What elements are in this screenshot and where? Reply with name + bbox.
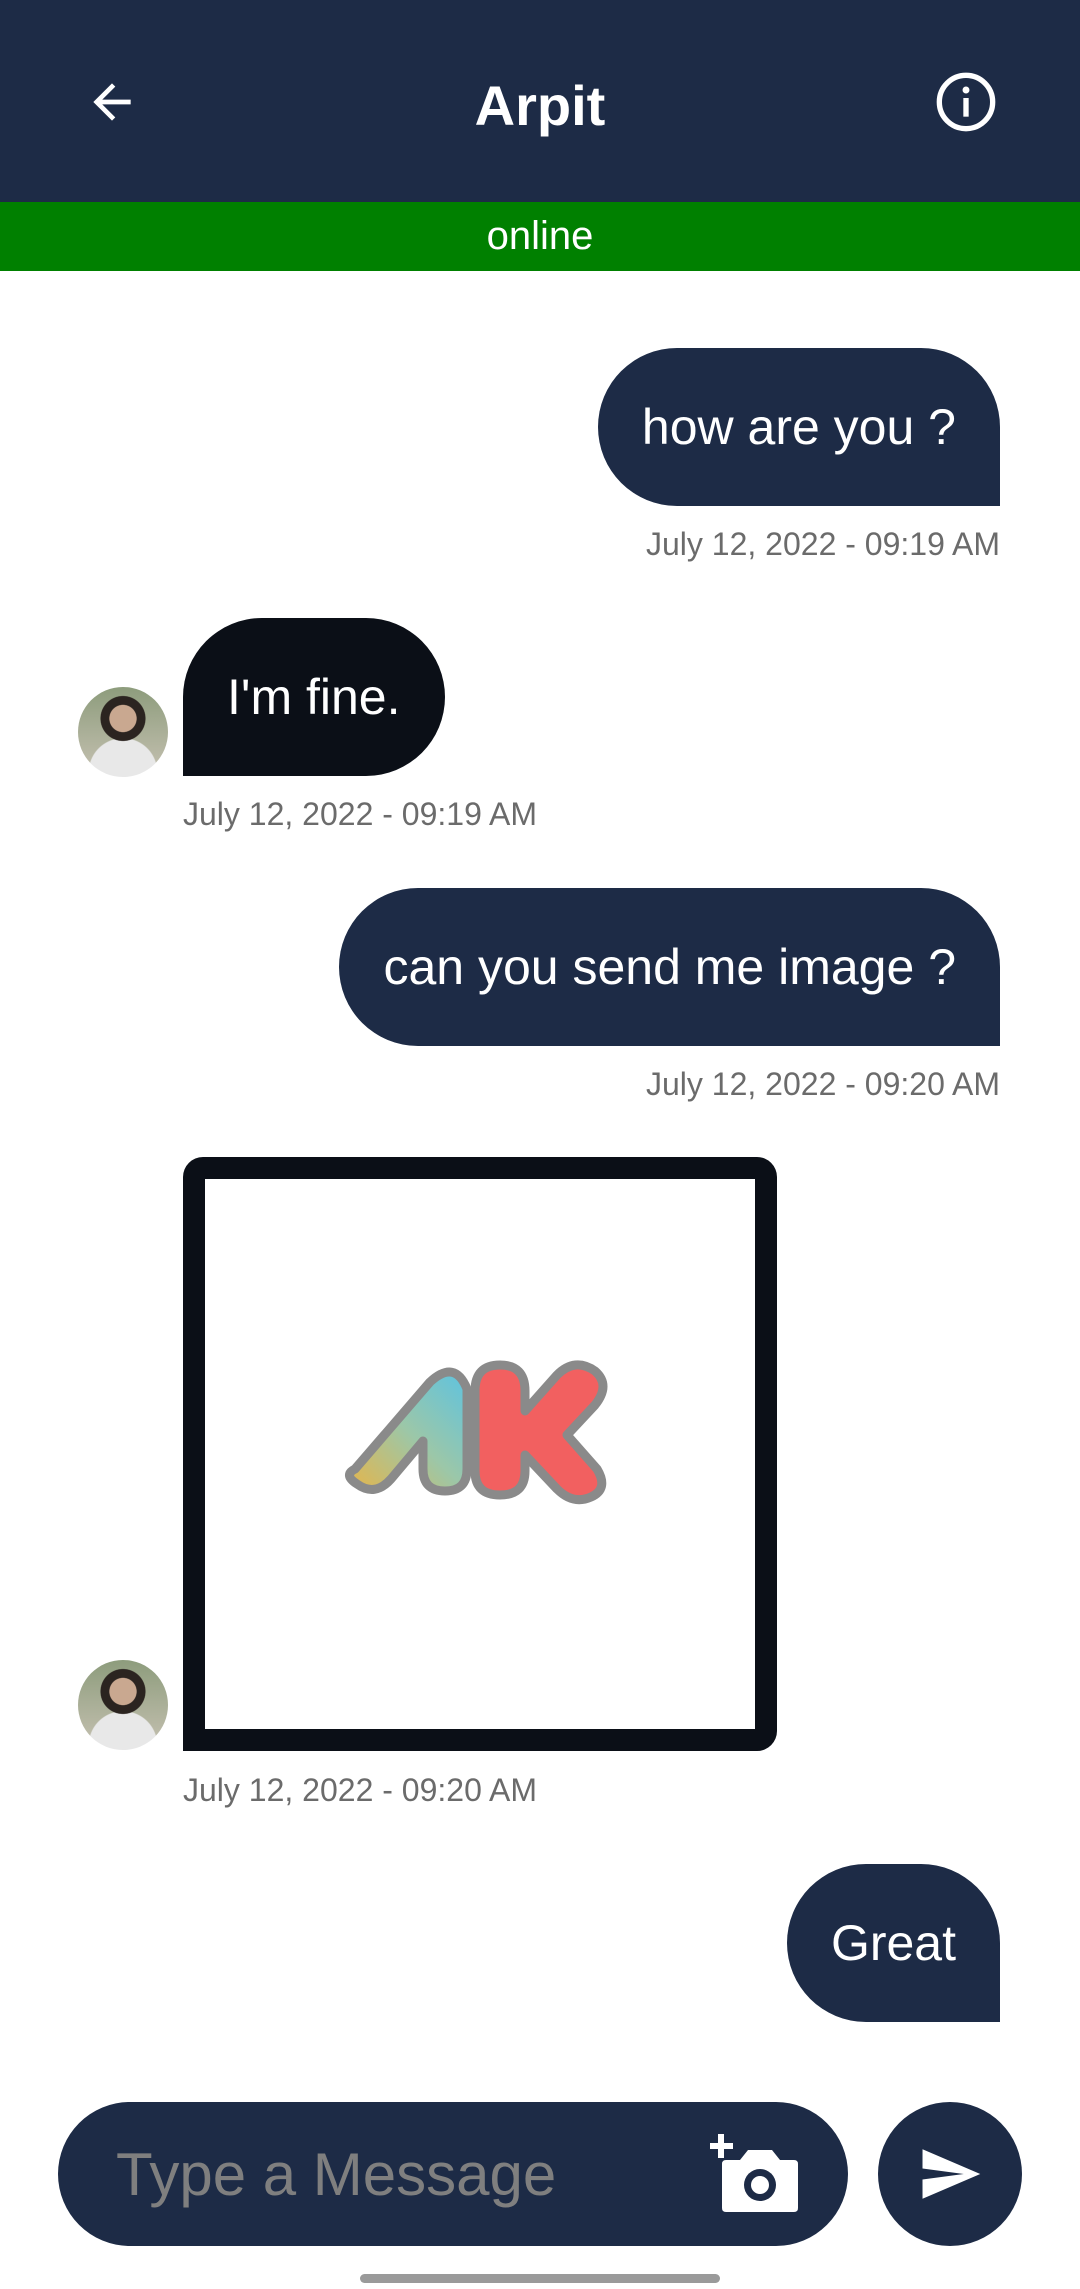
message-timestamp: July 12, 2022 - 09:20 AM bbox=[183, 1772, 537, 1808]
outgoing-message-bubble[interactable]: how are you ? bbox=[597, 348, 1000, 506]
info-button[interactable] bbox=[926, 62, 1006, 142]
avatar[interactable] bbox=[78, 1660, 168, 1750]
home-indicator[interactable] bbox=[360, 2274, 720, 2283]
send-button[interactable] bbox=[878, 2102, 1022, 2246]
image-message[interactable] bbox=[183, 1157, 777, 1751]
incoming-message-bubble[interactable]: I'm fine. bbox=[183, 618, 445, 776]
app-bar: Arpit bbox=[0, 0, 1080, 202]
message-input[interactable] bbox=[116, 2102, 716, 2246]
add-photo-camera-icon bbox=[709, 2134, 798, 2212]
info-circle-icon bbox=[936, 72, 996, 132]
online-status-bar: online bbox=[0, 202, 1080, 271]
outgoing-message-bubble[interactable]: Great bbox=[786, 1864, 1000, 2022]
ak-logo-image bbox=[345, 1360, 608, 1505]
message-timestamp: July 12, 2022 - 09:19 AM bbox=[183, 796, 537, 832]
chat-title: Arpit bbox=[474, 74, 606, 137]
send-icon bbox=[922, 2149, 981, 2199]
avatar[interactable] bbox=[78, 687, 168, 777]
message-timestamp: July 12, 2022 - 09:20 AM bbox=[646, 1066, 1000, 1102]
camera-button[interactable] bbox=[709, 2134, 800, 2214]
message-composer bbox=[58, 2102, 848, 2246]
outgoing-message-bubble[interactable]: can you send me image ? bbox=[339, 888, 1000, 1046]
message-timestamp: July 12, 2022 - 09:19 AM bbox=[646, 526, 1000, 562]
